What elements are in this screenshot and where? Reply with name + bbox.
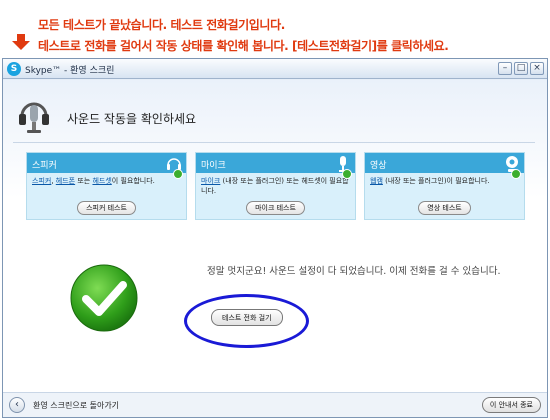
microphone-status-check-icon xyxy=(342,169,352,179)
close-guide-button[interactable]: 이 안내서 종료 xyxy=(481,397,541,413)
microphone-card-header: 마이크 xyxy=(196,153,355,179)
wizard-footer: ‹ 환영 스크린으로 돌아가기 이 안내서 종료 xyxy=(3,392,547,417)
microphone-link[interactable]: 마이크 xyxy=(201,177,220,185)
microphone-card-description: 마이크 (내장 또는 플러그인) 또는 헤드셋이 필요합니다. xyxy=(201,177,349,195)
video-card: 영상 웹캠 (내장 또는 플러그인)이 필요합니다. 영상 테스트 xyxy=(364,152,525,220)
speaker-card-header: 스피커 xyxy=(27,153,186,179)
close-window-button[interactable]: × xyxy=(530,62,544,75)
webcam-link[interactable]: 웹캠 xyxy=(370,177,383,185)
annotation-line-1: 모든 테스트가 끝났습니다. 테스트 전화걸기입니다. xyxy=(38,18,285,32)
video-card-header: 영상 xyxy=(365,153,524,179)
video-card-description: 웹캠 (내장 또는 플러그인)이 필요합니다. xyxy=(370,177,490,185)
microphone-card-title: 마이크 xyxy=(201,161,226,171)
minimize-button[interactable]: – xyxy=(498,62,512,75)
speaker-card-title: 스피커 xyxy=(32,161,57,171)
headphone-link[interactable]: 헤드폰 xyxy=(56,177,75,185)
speaker-status-check-icon xyxy=(173,169,183,179)
down-arrow-icon xyxy=(12,34,30,50)
speaker-card-description: 스피커, 헤드폰 또는 헤드셋이 필요합니다. xyxy=(32,177,155,185)
divider xyxy=(13,142,535,143)
headset-link[interactable]: 헤드셋 xyxy=(92,177,111,185)
window-title: Skype™ - 환영 스크린 xyxy=(25,66,115,76)
annotation-line-2: 테스트로 전화를 걸어서 작동 상태를 확인해 봅니다. [테스트전화걸기]를 … xyxy=(38,39,449,53)
test-call-button[interactable]: 테스트 전화 걸기 xyxy=(211,309,283,326)
microphone-test-button[interactable]: 마이크 테스트 xyxy=(246,201,305,215)
headset-icon xyxy=(19,102,49,133)
speaker-test-button[interactable]: 스피커 테스트 xyxy=(77,201,136,215)
title-bar: S Skype™ - 환영 스크린 – □ × xyxy=(3,59,547,79)
success-check-icon xyxy=(70,264,138,332)
window-controls: – □ × xyxy=(498,62,544,75)
video-test-button[interactable]: 영상 테스트 xyxy=(418,201,471,215)
maximize-button[interactable]: □ xyxy=(514,62,528,75)
wizard-content: 사운드 작동을 확인하세요 스피커 스피커, 헤드폰 또는 헤드셋이 필요합니다… xyxy=(3,80,547,417)
success-message: 정말 멋지군요! 사운드 설정이 다 되었습니다. 이제 전화를 걸 수 있습니… xyxy=(207,266,501,277)
skype-icon: S xyxy=(7,62,21,76)
page-title: 사운드 작동을 확인하세요 xyxy=(67,112,197,126)
video-status-check-icon xyxy=(511,169,521,179)
speaker-link[interactable]: 스피커 xyxy=(32,177,51,185)
skype-window: S Skype™ - 환영 스크린 – □ × 사운드 작동을 확인하세요 스피… xyxy=(2,58,548,418)
microphone-card: 마이크 마이크 (내장 또는 플러그인) 또는 헤드셋이 필요합니다. 마이크 … xyxy=(195,152,356,220)
video-card-title: 영상 xyxy=(370,161,387,171)
speaker-card: 스피커 스피커, 헤드폰 또는 헤드셋이 필요합니다. 스피커 테스트 xyxy=(26,152,187,220)
back-to-welcome-link[interactable]: 환영 스크린으로 돌아가기 xyxy=(33,400,119,411)
back-arrow-icon[interactable]: ‹ xyxy=(9,397,25,413)
